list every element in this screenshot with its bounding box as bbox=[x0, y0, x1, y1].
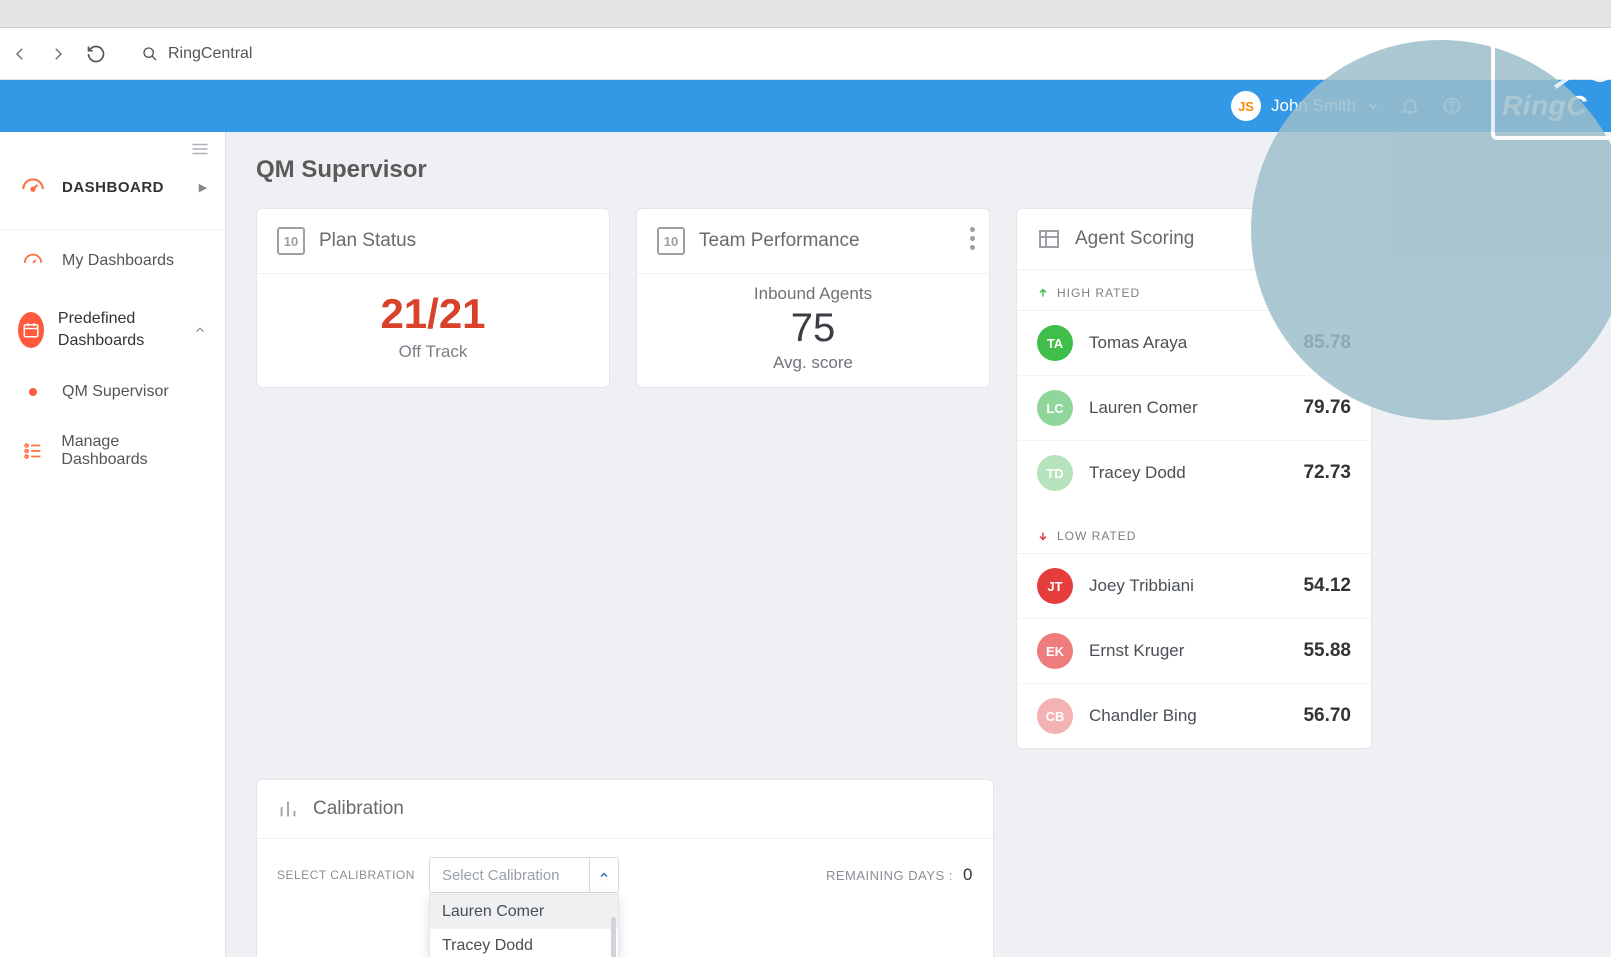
agent-score: 79.76 bbox=[1303, 397, 1351, 419]
back-icon[interactable] bbox=[8, 42, 32, 66]
sidebar-item-predefined-dashboards[interactable]: Predefined Dashboards bbox=[0, 292, 225, 367]
team-value: 75 bbox=[791, 306, 836, 351]
browser-tab-strip bbox=[0, 0, 1611, 28]
dropdown-option[interactable]: Tracey Dodd bbox=[430, 929, 618, 957]
chevron-up-icon bbox=[193, 323, 207, 337]
user-avatar: JS bbox=[1231, 91, 1261, 121]
section-label: LOW RATED bbox=[1057, 529, 1136, 543]
agent-score-row[interactable]: EK Ernst Kruger 55.88 bbox=[1017, 619, 1371, 684]
arrow-down-icon bbox=[1037, 530, 1049, 542]
agent-score: 56.70 bbox=[1303, 705, 1351, 727]
agent-name: Ernst Kruger bbox=[1089, 641, 1287, 661]
sidebar-heading-dashboard[interactable]: DASHBOARD ▸ bbox=[0, 156, 225, 218]
agent-score: 55.88 bbox=[1303, 640, 1351, 662]
agent-name: Lauren Comer bbox=[1089, 398, 1287, 418]
sidebar-item-label: QM Supervisor bbox=[62, 383, 169, 401]
refresh-icon[interactable] bbox=[84, 42, 108, 66]
agent-name: Joey Tribbiani bbox=[1089, 576, 1287, 596]
arrow-up-icon bbox=[1037, 287, 1049, 299]
plan-status-label: Off Track bbox=[399, 342, 468, 362]
calibration-select[interactable]: Select Calibration Lauren ComerTracey Do… bbox=[429, 857, 619, 893]
card-title: Team Performance bbox=[699, 230, 860, 252]
scrollbar-thumb[interactable] bbox=[611, 917, 616, 957]
count-badge: 10 bbox=[657, 227, 685, 255]
caret-right-icon: ▸ bbox=[199, 178, 207, 196]
sidebar-item-my-dashboards[interactable]: My Dashboards bbox=[0, 230, 225, 292]
count-badge: 10 bbox=[277, 227, 305, 255]
search-icon bbox=[142, 46, 158, 62]
remaining-label: REMAINING DAYS : bbox=[826, 868, 953, 883]
sidebar-item-label: Manage Dashboards bbox=[61, 433, 207, 469]
address-text: RingCentral bbox=[168, 45, 252, 63]
avatar: TD bbox=[1037, 455, 1073, 491]
sidebar-item-qm-supervisor[interactable]: QM Supervisor bbox=[0, 367, 225, 417]
more-icon[interactable] bbox=[970, 227, 975, 250]
plan-status-value: 21/21 bbox=[380, 290, 485, 338]
calibration-card: Calibration SELECT CALIBRATION Select Ca… bbox=[256, 779, 994, 957]
agent-score: 54.12 bbox=[1303, 575, 1351, 597]
avatar: TA bbox=[1037, 325, 1073, 361]
agent-score-row[interactable]: JT Joey Tribbiani 54.12 bbox=[1017, 554, 1371, 619]
agent-name: Chandler Bing bbox=[1089, 706, 1287, 726]
team-performance-card: 10 Team Performance Inbound Agents 75 Av… bbox=[636, 208, 990, 388]
agent-name: Tracey Dodd bbox=[1089, 463, 1287, 483]
calendar-icon bbox=[18, 312, 44, 348]
sidebar-collapse-icon[interactable] bbox=[0, 132, 225, 156]
select-placeholder: Select Calibration bbox=[442, 867, 560, 884]
team-bottom-label: Avg. score bbox=[773, 353, 853, 373]
sidebar-item-manage-dashboards[interactable]: Manage Dashboards bbox=[0, 417, 225, 485]
avatar: EK bbox=[1037, 633, 1073, 669]
card-header: Calibration bbox=[257, 780, 993, 839]
card-title: Calibration bbox=[313, 798, 404, 820]
low-rated-section: LOW RATED bbox=[1017, 505, 1371, 554]
agent-score-row[interactable]: LC Lauren Comer 79.76 bbox=[1017, 376, 1371, 441]
dropdown-option[interactable]: Lauren Comer bbox=[430, 895, 618, 929]
bullet-icon bbox=[29, 388, 37, 396]
list-icon bbox=[18, 436, 47, 466]
agent-score-row[interactable]: CB Chandler Bing 56.70 bbox=[1017, 684, 1371, 748]
gauge-icon bbox=[18, 172, 48, 202]
chevron-up-icon[interactable] bbox=[589, 857, 619, 893]
sidebar-item-label: My Dashboards bbox=[62, 252, 174, 270]
calibration-dropdown-menu: Lauren ComerTracey DoddLauren Comer▲Hugh… bbox=[429, 894, 619, 957]
table-icon bbox=[1037, 227, 1061, 251]
forward-icon[interactable] bbox=[46, 42, 70, 66]
gauge-icon bbox=[18, 246, 48, 276]
remaining-value: 0 bbox=[963, 865, 973, 884]
team-top-label: Inbound Agents bbox=[754, 284, 872, 304]
sidebar-heading-label: DASHBOARD bbox=[62, 179, 164, 196]
card-title: Agent Scoring bbox=[1075, 228, 1194, 250]
select-calibration-label: SELECT CALIBRATION bbox=[277, 868, 415, 882]
tutorial-overlay-bubble bbox=[1251, 40, 1611, 420]
card-header: 10 Plan Status bbox=[257, 209, 609, 274]
agent-score: 72.73 bbox=[1303, 462, 1351, 484]
bar-chart-icon bbox=[277, 798, 299, 820]
sidebar-item-label: Predefined Dashboards bbox=[58, 308, 179, 351]
remaining-days: REMAINING DAYS : 0 bbox=[826, 865, 973, 885]
address-bar[interactable]: RingCentral bbox=[122, 45, 252, 63]
card-title: Plan Status bbox=[319, 230, 416, 252]
agent-score-row[interactable]: TD Tracey Dodd 72.73 bbox=[1017, 441, 1371, 505]
card-header: 10 Team Performance bbox=[637, 209, 989, 274]
agent-name: Tomas Araya bbox=[1089, 333, 1287, 353]
app-header: JS John Smith RingC bbox=[0, 80, 1611, 132]
plan-status-card: 10 Plan Status 21/21 Off Track bbox=[256, 208, 610, 388]
avatar: LC bbox=[1037, 390, 1073, 426]
sidebar: DASHBOARD ▸ My Dashboards Predefined Das… bbox=[0, 132, 226, 957]
section-label: HIGH RATED bbox=[1057, 286, 1140, 300]
avatar: JT bbox=[1037, 568, 1073, 604]
avatar: CB bbox=[1037, 698, 1073, 734]
